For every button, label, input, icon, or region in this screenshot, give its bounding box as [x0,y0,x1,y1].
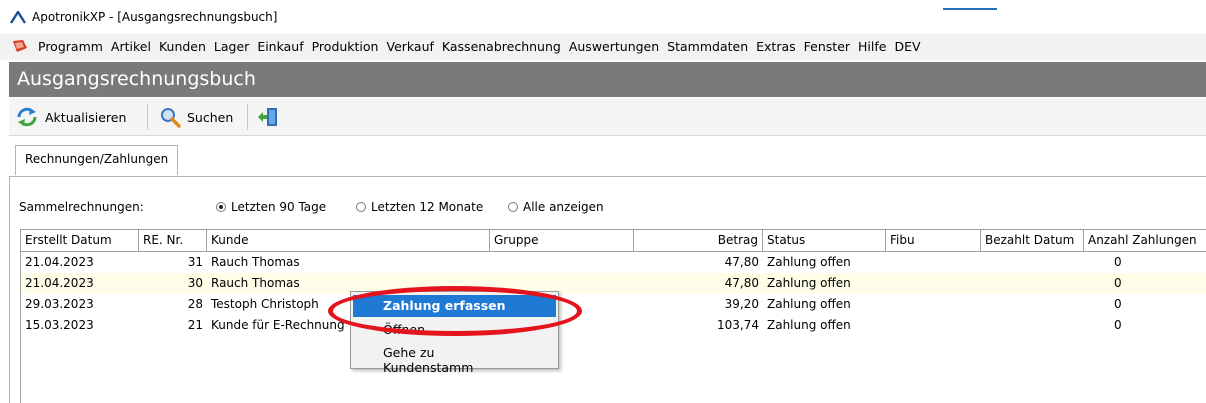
menu-item-kundenstamm[interactable]: Gehe zu Kundenstamm [353,342,556,375]
table-cell: 28 [187,297,203,311]
table-cell: 103,74 [717,318,759,332]
radio-indicator [216,202,226,212]
column-header[interactable]: RE. Nr. [139,230,207,252]
column-header[interactable]: Gruppe [490,230,634,252]
table-cell: 0 [1114,255,1122,269]
toolbar: Aktualisieren Suchen [9,98,1206,136]
radio-indicator [356,202,366,212]
menu-fenster[interactable]: Fenster [804,39,850,54]
menu-extras[interactable]: Extras [756,39,796,54]
radio-indicator [508,202,518,212]
table-row[interactable]: 21.04.2023 30 Rauch Thomas 47,80 Zahlung off… [21,273,1206,294]
table-cell [886,294,981,315]
column-header[interactable]: Status [763,230,886,252]
table-cell: Zahlung offen [767,297,851,311]
search-label: Suchen [187,109,234,125]
table-cell: 31 [187,255,203,269]
column-header[interactable]: Anzahl Zahlungen [1084,230,1206,252]
table-cell [886,273,981,294]
radio-label: Letzten 90 Tage [231,200,327,214]
tab-rechnungen-zahlungen[interactable]: Rechnungen/Zahlungen [15,145,179,175]
table-cell: 0 [1114,276,1122,290]
table-cell [490,252,634,273]
table-cell: Zahlung offen [767,255,851,269]
menu-einkauf[interactable]: Einkauf [257,39,303,54]
table-cell [981,252,1084,273]
table-cell: 39,20 [724,297,759,311]
table-row[interactable]: 21.04.2023 31 Rauch Thomas 47,80 Zahlung off… [21,252,1206,273]
panel-title: Ausgangsrechnungsbuch [17,68,256,90]
menu-programm[interactable]: Programm [38,39,103,54]
menu-kunden[interactable]: Kunden [159,39,206,54]
refresh-label: Aktualisieren [45,109,127,125]
menu-app-icon[interactable] [12,39,28,53]
table-row[interactable]: 15.03.2023 21 Kunde für E-Rechnung 103,74 Za… [21,315,1206,336]
radio-12-months[interactable]: Letzten 12 Monate [356,200,483,214]
radio-all[interactable]: Alle anzeigen [508,200,604,214]
title-accent-line [943,8,997,10]
table-cell: 21 [187,318,203,332]
table-cell: Rauch Thomas [211,255,300,269]
menu-items: Programm Artikel Kunden Lager Einkauf Produkt… [38,39,929,54]
column-header[interactable]: Fibu [886,230,981,252]
invoice-table: Erstellt Datum RE. Nr. Kunde Gruppe Betr… [20,229,1206,403]
menu-artikel[interactable]: Artikel [111,39,151,54]
radio-90-days[interactable]: Letzten 90 Tage [216,200,326,214]
app-logo-icon [10,11,26,24]
table-cell [886,315,981,336]
toolbar-separator [147,104,148,130]
column-header[interactable]: Betrag [634,230,763,252]
column-header[interactable]: Erstellt Datum [21,230,139,252]
table-cell [981,273,1084,294]
menu-dev[interactable]: DEV [894,39,920,54]
table-cell: 47,80 [724,276,759,290]
radio-label: Alle anzeigen [523,200,604,214]
exit-door-icon [258,108,277,126]
search-icon [161,108,181,128]
table-header: Erstellt Datum RE. Nr. Kunde Gruppe Betr… [21,230,1206,252]
table-cell: 21.04.2023 [25,276,94,290]
menu-hilfe[interactable]: Hilfe [858,39,886,54]
menu-item-oeffnen[interactable]: Öffnen [353,319,556,341]
menu-item-zahlung-erfassen[interactable]: Zahlung erfassen [353,295,556,317]
panel-header: Ausgangsrechnungsbuch [9,62,1206,97]
table-cell: 0 [1114,318,1122,332]
table-row[interactable]: 29.03.2023 28 Testoph Christoph 39,20 Zahlun… [21,294,1206,315]
table-cell: Zahlung offen [767,318,851,332]
context-menu: Zahlung erfassen Öffnen Gehe zu Kundenst… [350,291,559,375]
table-cell: 30 [187,276,203,290]
filter-label: Sammelrechnungen: [19,200,144,214]
table-cell [981,315,1084,336]
menu-lager[interactable]: Lager [214,39,249,54]
table-cell [886,252,981,273]
refresh-icon [17,107,37,127]
menu-auswertungen[interactable]: Auswertungen [569,39,659,54]
title-bar: ApotronikXP - [Ausgangsrechnungsbuch] [0,0,1206,34]
table-cell [981,294,1084,315]
menu-bar: Programm Artikel Kunden Lager Einkauf Produkt… [0,34,1206,60]
toolbar-separator [247,104,248,130]
menu-produktion[interactable]: Produktion [312,39,379,54]
menu-verkauf[interactable]: Verkauf [386,39,433,54]
table-cell: 21.04.2023 [25,255,94,269]
exit-button[interactable] [257,102,279,132]
tab-strip: Rechnungen/Zahlungen [9,137,1206,177]
table-cell: 15.03.2023 [25,318,94,332]
search-button[interactable]: Suchen [159,102,233,132]
table-cell: 0 [1114,297,1122,311]
table-cell: 47,80 [724,255,759,269]
table-cell: 29.03.2023 [25,297,94,311]
table-cell: Zahlung offen [767,276,851,290]
refresh-button[interactable]: Aktualisieren [15,102,126,132]
menu-kassenabrechnung[interactable]: Kassenabrechnung [442,39,561,54]
window-title: ApotronikXP - [Ausgangsrechnungsbuch] [32,10,278,24]
menu-stammdaten[interactable]: Stammdaten [667,39,748,54]
column-header[interactable]: Bezahlt Datum [981,230,1084,252]
column-header[interactable]: Kunde [207,230,490,252]
radio-label: Letzten 12 Monate [371,200,484,214]
